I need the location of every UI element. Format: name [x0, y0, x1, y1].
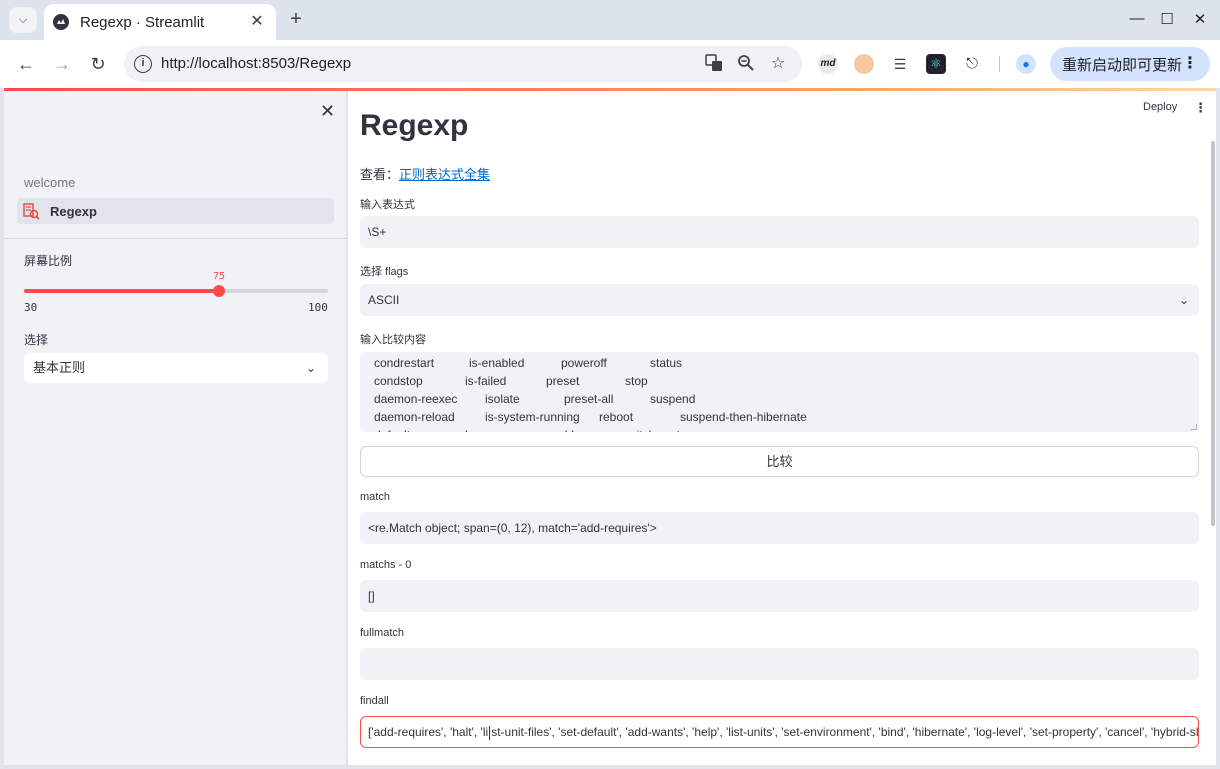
- slider-thumb[interactable]: [213, 285, 225, 297]
- more-vert-icon[interactable]: ⋮: [1182, 53, 1198, 73]
- fullmatch-label: fullmatch: [360, 627, 405, 639]
- sidebar-item-regexp[interactable]: Regexp: [17, 198, 334, 224]
- url-text[interactable]: http://localhost:8503/Regexp: [161, 55, 351, 72]
- main-content: Deploy ⋮ Regexp 查看：正则表达式全集 输入表达式 \S+ 选择 …: [348, 91, 1216, 765]
- translate-icon[interactable]: [704, 54, 724, 74]
- scrollbar[interactable]: [1211, 141, 1215, 526]
- match-label: match: [360, 491, 390, 503]
- textarea-line: condrestart is-enabled poweroff status: [374, 356, 683, 370]
- screen-ratio-slider[interactable]: [24, 285, 328, 297]
- resize-handle[interactable]: [1191, 424, 1197, 430]
- update-chrome-button[interactable]: 重新启动即可更新 ⋮: [1050, 47, 1210, 81]
- chevron-down-icon: ⌄: [1178, 293, 1189, 307]
- deploy-button[interactable]: Deploy: [1143, 101, 1177, 113]
- address-bar[interactable]: i http://localhost:8503/Regexp ☆: [124, 46, 802, 82]
- profile-avatar-icon[interactable]: ●: [1016, 54, 1036, 74]
- see-prefix: 查看：: [360, 167, 400, 182]
- update-button-label: 重新启动即可更新: [1062, 56, 1183, 74]
- match-output[interactable]: <re.Match object; span=(0, 12), match='a…: [360, 512, 1199, 544]
- flags-label: 选择 flags: [360, 266, 409, 278]
- markdown-extension-icon[interactable]: md: [818, 54, 838, 74]
- compare-button[interactable]: 比较: [360, 446, 1199, 477]
- mode-select-value: 基本正则: [33, 360, 86, 375]
- slider-min: 30: [24, 301, 38, 314]
- findall-text-after-cursor: st-unit-files', 'set-default', 'add-want…: [491, 725, 1199, 739]
- flags-select[interactable]: ASCII ⌄: [360, 284, 1199, 316]
- tab-title: Regexp · Streamlit: [80, 13, 205, 31]
- streamlit-favicon-icon: [53, 14, 69, 30]
- expression-input[interactable]: \S+: [360, 216, 1199, 248]
- main-menu-icon[interactable]: ⋮: [1194, 100, 1207, 116]
- sidebar-divider: [4, 238, 347, 239]
- bookmark-star-icon[interactable]: ☆: [768, 54, 788, 74]
- extensions-puzzle-icon[interactable]: ⎋: [962, 54, 982, 74]
- site-info-icon[interactable]: i: [134, 55, 152, 73]
- forward-arrow-icon[interactable]: →: [50, 52, 74, 76]
- sidebar-item-label: Regexp: [50, 203, 97, 219]
- mode-select[interactable]: 基本正则 ⌄: [24, 353, 328, 383]
- close-window-icon[interactable]: ✕: [1190, 10, 1210, 28]
- browser-tab-strip: ⌵ Regexp · Streamlit ✕ + — ☐ ✕: [0, 0, 1220, 40]
- textarea-line: daemon-reload is-system-running reboot susp…: [374, 410, 807, 424]
- maximize-icon[interactable]: ☐: [1157, 10, 1177, 28]
- reload-icon[interactable]: ↻: [86, 52, 110, 76]
- avatar-extension-icon[interactable]: [854, 54, 874, 74]
- textarea-line: defaultkexecreenableswitch-root: [374, 426, 1199, 432]
- sidebar: ✕ welcome Regexp 屏幕比例 75 30 100 选择 基本正则 …: [4, 91, 347, 765]
- back-arrow-icon[interactable]: ←: [14, 52, 38, 76]
- textarea-line: condstop is-failed preset stop: [374, 374, 648, 388]
- slider-fill: [24, 289, 219, 293]
- compare-content-textarea[interactable]: condrestart is-enabled poweroff status cond…: [360, 352, 1199, 432]
- findall-text-before-cursor: ['add-requires', 'halt', 'li: [368, 725, 489, 739]
- tree-extension-icon[interactable]: ☰: [890, 54, 910, 74]
- sidebar-item-welcome[interactable]: welcome: [24, 175, 75, 190]
- textarea-line: daemon-reexec isolate preset-all suspend: [374, 392, 696, 406]
- fullmatch-output[interactable]: [360, 648, 1199, 680]
- browser-toolbar: ← → ↻ i http://localhost:8503/Regexp ☆ m…: [0, 40, 1220, 88]
- matchs-output[interactable]: []: [360, 580, 1199, 612]
- tab-search-button[interactable]: ⌵: [9, 7, 37, 33]
- compare-content-label: 输入比较内容: [360, 334, 426, 346]
- expression-label: 输入表达式: [360, 199, 415, 211]
- close-sidebar-icon[interactable]: ✕: [320, 101, 335, 122]
- regexp-page-icon: [23, 202, 40, 220]
- matchs-label: matchs - 0: [360, 559, 412, 571]
- findall-output[interactable]: ['add-requires', 'halt', 'li st-unit-file…: [360, 716, 1199, 748]
- regex-reference-link[interactable]: 正则表达式全集: [399, 167, 490, 182]
- minimize-icon[interactable]: —: [1127, 10, 1147, 27]
- page-title: Regexp: [360, 109, 469, 142]
- select-label: 选择: [24, 333, 49, 347]
- slider-value: 75: [212, 271, 226, 282]
- chevron-down-icon: ⌄: [305, 361, 316, 375]
- findall-label: findall: [360, 695, 389, 707]
- slider-label: 屏幕比例: [24, 254, 73, 268]
- chevron-down-icon: ⌵: [18, 13, 28, 26]
- react-devtools-icon[interactable]: ⚛: [926, 54, 946, 74]
- flags-select-value: ASCII: [368, 293, 400, 307]
- slider-max: 100: [308, 301, 328, 314]
- close-tab-icon[interactable]: ✕: [248, 13, 266, 31]
- see-line: 查看：正则表达式全集: [360, 164, 490, 183]
- zoom-icon[interactable]: [736, 54, 756, 74]
- toolbar-divider: [999, 56, 1000, 72]
- browser-tab[interactable]: Regexp · Streamlit ✕: [44, 4, 276, 40]
- new-tab-icon[interactable]: +: [284, 8, 308, 32]
